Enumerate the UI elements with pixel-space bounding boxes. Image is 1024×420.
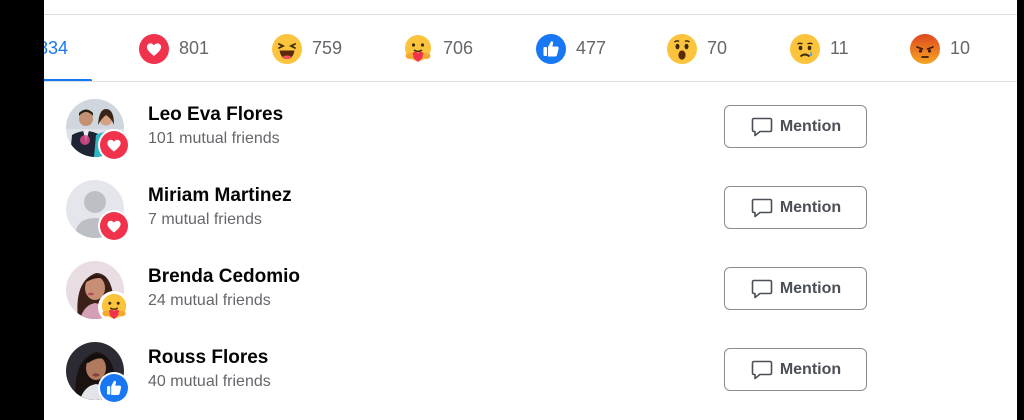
like-badge-icon	[100, 374, 128, 402]
angry-reaction-icon	[910, 33, 940, 64]
tab-wow[interactable]: 70	[667, 15, 727, 82]
tab-count: 834	[44, 38, 69, 58]
care-reaction-icon	[405, 34, 431, 62]
person-name[interactable]: Rouss Flores	[148, 347, 268, 369]
list-item[interactable]: Miriam Martinez 7 mutual friends Mention	[44, 165, 1017, 246]
screen-edge	[1017, 0, 1024, 420]
mention-button[interactable]: Mention	[724, 348, 867, 391]
mention-label: Mention	[779, 198, 842, 216]
tab-count: 706	[443, 38, 474, 58]
mention-button[interactable]: Mention	[724, 267, 867, 310]
tab-count: 11	[830, 38, 849, 58]
wow-reaction-icon	[667, 33, 697, 64]
reaction-badge	[98, 372, 130, 404]
avatar-container[interactable]	[66, 342, 130, 404]
comment-bubble-icon	[751, 198, 773, 217]
mutual-friends: 40 mutual friends	[148, 373, 271, 390]
mention-label: Mention	[779, 117, 842, 135]
haha-reaction-icon	[272, 33, 302, 64]
love-reaction-icon	[139, 33, 169, 64]
tab-count: 801	[179, 38, 210, 58]
tab-count: 70	[707, 38, 728, 58]
like-reaction-icon	[536, 33, 566, 64]
mention-label: Mention	[779, 279, 842, 297]
avatar-container[interactable]	[66, 180, 130, 242]
tab-count: 477	[576, 38, 607, 58]
tab-love[interactable]: 801	[139, 15, 209, 82]
reactions-panel: 834 801 759	[44, 0, 1017, 420]
tab-haha[interactable]: 759	[272, 15, 342, 82]
tabs-divider	[44, 81, 1017, 82]
reaction-badge	[98, 129, 130, 161]
reaction-badge	[98, 210, 130, 242]
tab-count: 759	[312, 38, 343, 58]
tab-angry[interactable]: 10	[910, 15, 970, 82]
mention-button[interactable]: Mention	[724, 105, 867, 148]
comment-bubble-icon	[751, 117, 773, 136]
list-item[interactable]: Brenda Cedomio 24 mutual friends Mention	[44, 246, 1017, 327]
love-badge-icon	[100, 131, 128, 159]
mutual-friends: 101 mutual friends	[148, 130, 280, 147]
person-name[interactable]: Brenda Cedomio	[148, 266, 300, 288]
list-item[interactable]: Leo Eva Flores 101 mutual friends Mentio…	[44, 84, 1017, 165]
care-badge-icon	[101, 293, 127, 320]
comment-bubble-icon	[751, 360, 773, 379]
person-name[interactable]: Miriam Martinez	[148, 185, 292, 207]
person-name[interactable]: Leo Eva Flores	[148, 104, 283, 126]
tab-count: 10	[950, 38, 971, 58]
mutual-friends: 24 mutual friends	[148, 292, 271, 309]
mention-label: Mention	[779, 360, 842, 378]
reaction-tabs: 834 801 759	[44, 15, 1017, 82]
love-badge-icon	[100, 212, 128, 240]
avatar-container[interactable]	[66, 261, 130, 323]
tab-care[interactable]: 706	[403, 15, 473, 82]
tab-like[interactable]: 477	[536, 15, 606, 82]
tab-all-reactions[interactable]: 834	[44, 15, 92, 82]
avatar-container[interactable]	[66, 99, 130, 161]
list-item[interactable]: Rouss Flores 40 mutual friends Mention	[44, 327, 1017, 408]
tab-sad[interactable]: 11	[790, 15, 849, 82]
mention-button[interactable]: Mention	[724, 186, 867, 229]
comment-bubble-icon	[751, 279, 773, 298]
sad-reaction-icon	[790, 33, 820, 64]
mutual-friends: 7 mutual friends	[148, 211, 262, 228]
reaction-badge	[98, 291, 130, 323]
